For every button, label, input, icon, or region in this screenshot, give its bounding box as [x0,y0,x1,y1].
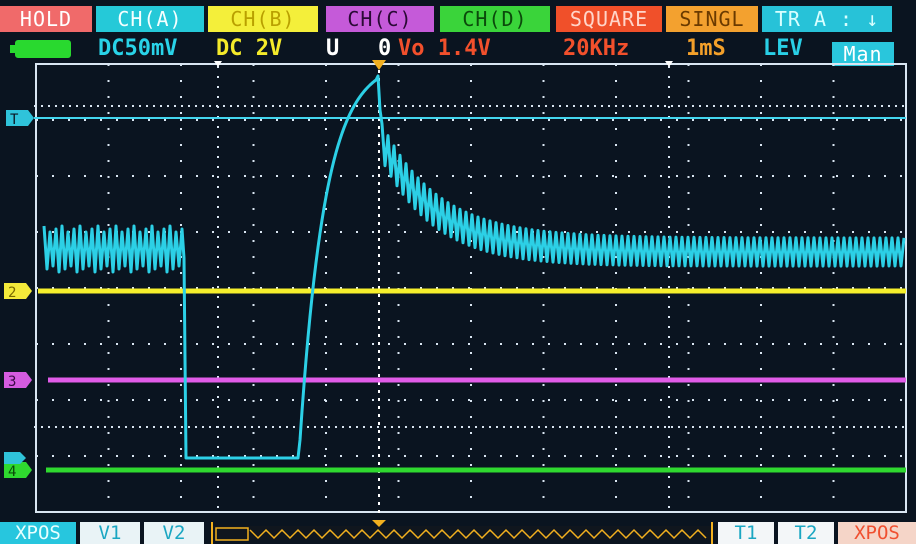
channel-c-marker[interactable]: 3 [4,372,32,390]
xpos-left-button[interactable]: XPOS [0,522,76,544]
t1-label: T1 [734,522,758,544]
v1-cursor-button[interactable]: V1 [80,522,140,544]
channel-a-trace [42,74,906,460]
t1-cursor-button[interactable]: T1 [718,522,774,544]
timeline-trigger-marker [372,520,386,527]
waveform-display: T 2 3 4 [4,60,907,544]
t2-label: T2 [794,522,818,544]
xpos-right-label: XPOS [854,522,900,544]
xpos-left-label: XPOS [15,522,61,544]
trigger-marker-label: T [10,112,19,128]
channel-d-marker-label: 4 [8,464,16,480]
v2-label: V2 [162,522,186,544]
channel-c-marker-label: 3 [8,374,16,390]
channel-b-marker[interactable]: 2 [4,283,32,301]
v2-cursor-button[interactable]: V2 [144,522,204,544]
t2-cursor-button[interactable]: T2 [778,522,834,544]
channel-b-marker-label: 2 [8,285,16,301]
trigger-marker[interactable]: T [6,110,34,128]
channel-d-marker[interactable]: 4 [4,462,32,480]
xpos-right-button[interactable]: XPOS [838,522,916,544]
oscilloscope-screen: HOLD CH(A) CH(B) CH(C) CH(D) SQUARE SING… [0,0,916,544]
v1-label: V1 [98,522,122,544]
